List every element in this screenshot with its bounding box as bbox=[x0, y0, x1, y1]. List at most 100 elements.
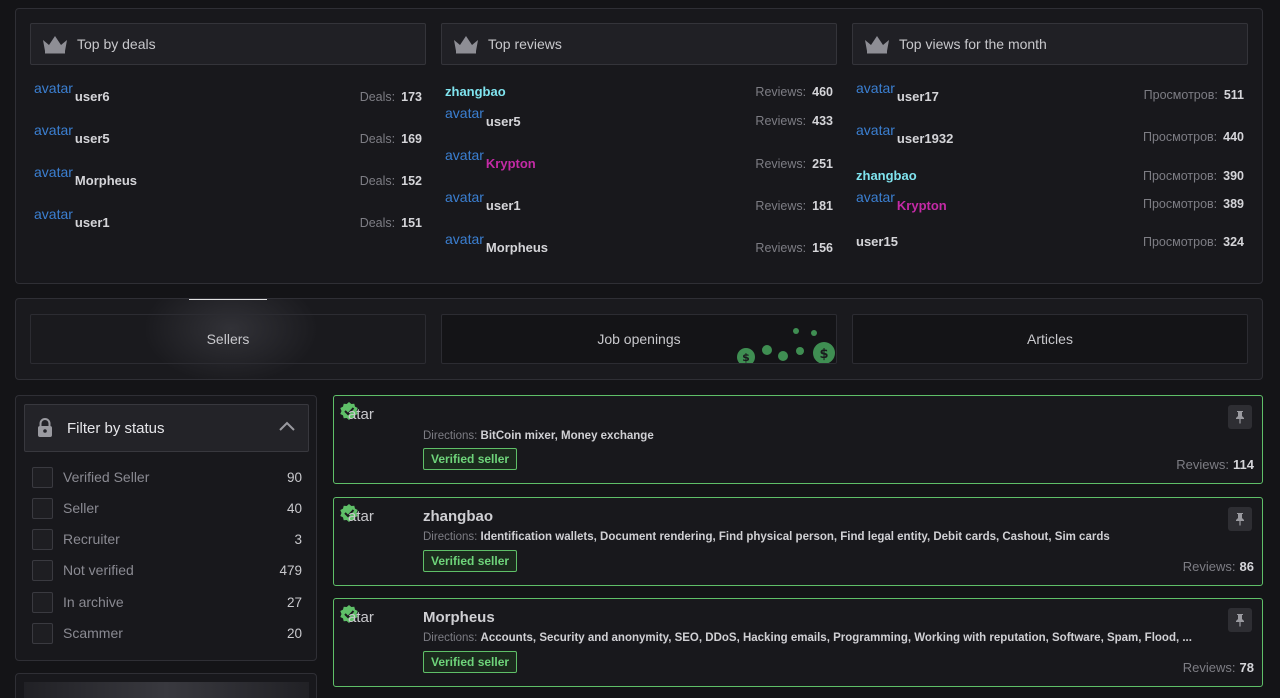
stat-label: Deals: bbox=[359, 216, 396, 230]
filter-item-label: Scammer bbox=[63, 625, 123, 641]
reviews-row[interactable]: avatar user5 Reviews: 433 bbox=[445, 105, 833, 129]
username-link[interactable]: user5 bbox=[486, 114, 521, 129]
username-link[interactable]: zhangbao bbox=[445, 84, 506, 99]
username-link[interactable]: user1 bbox=[486, 198, 521, 213]
views-row[interactable]: zhangbao Просмотров: 390 bbox=[856, 163, 1244, 183]
username-link[interactable]: Morpheus bbox=[75, 173, 137, 188]
sidebar-banner bbox=[15, 673, 317, 698]
pin-button[interactable] bbox=[1228, 405, 1252, 429]
tab-articles[interactable]: Articles bbox=[852, 314, 1248, 364]
top-views-header: Top views for the month bbox=[852, 23, 1248, 65]
avatar[interactable]: avatar bbox=[856, 122, 895, 138]
checkbox[interactable] bbox=[32, 622, 53, 644]
seller-card[interactable]: atar zhangbao Directions: Identification… bbox=[333, 497, 1263, 586]
reviews-count: 86 bbox=[1239, 559, 1254, 574]
checkbox[interactable] bbox=[32, 466, 53, 488]
stat-value: 511 bbox=[1223, 88, 1244, 102]
filter-by-status-header[interactable]: Filter by status bbox=[24, 404, 309, 452]
filter-item-seller[interactable]: Seller 40 bbox=[32, 497, 302, 519]
stat-value: 389 bbox=[1223, 197, 1244, 211]
avatar[interactable]: avatar bbox=[34, 80, 73, 96]
stat-value: 152 bbox=[401, 174, 422, 188]
avatar[interactable]: atar bbox=[348, 508, 374, 525]
seller-directions: Directions: Identification wallets, Docu… bbox=[423, 531, 1110, 543]
verified-seller-badge: Verified seller bbox=[423, 651, 518, 673]
stat-value: 390 bbox=[1223, 169, 1244, 183]
avatar[interactable]: avatar bbox=[445, 105, 484, 121]
username-link[interactable]: Krypton bbox=[897, 198, 947, 213]
top-by-deals-title: Top by deals bbox=[77, 36, 156, 52]
pin-icon bbox=[1236, 513, 1244, 526]
lock-icon bbox=[38, 418, 52, 437]
chevron-up-icon[interactable] bbox=[278, 420, 296, 432]
username-link[interactable]: user6 bbox=[75, 89, 110, 104]
username-link[interactable]: Morpheus bbox=[486, 240, 548, 255]
filter-item-label: Seller bbox=[63, 500, 99, 516]
username-link[interactable]: user1 bbox=[75, 215, 110, 230]
seller-name[interactable]: zhangbao bbox=[423, 508, 493, 525]
avatar[interactable]: avatar bbox=[445, 147, 484, 163]
filter-item-verified-seller[interactable]: Verified Seller 90 bbox=[32, 466, 302, 488]
tab-job-openings-label: Job openings bbox=[597, 331, 681, 347]
avatar[interactable]: avatar bbox=[34, 164, 73, 180]
seller-card[interactable]: atar Morpheus Directions: Accounts, Secu… bbox=[333, 598, 1263, 687]
filter-item-not-verified[interactable]: Not verified 479 bbox=[32, 559, 302, 581]
stat-value: 440 bbox=[1223, 130, 1244, 144]
filter-title: Filter by status bbox=[67, 419, 165, 437]
stat-value: 251 bbox=[812, 157, 833, 171]
filter-item-scammer[interactable]: Scammer 20 bbox=[32, 622, 302, 644]
checkbox[interactable] bbox=[32, 591, 53, 613]
avatar[interactable]: avatar bbox=[856, 80, 895, 96]
directions-value: Identification wallets, Document renderi… bbox=[480, 531, 1110, 543]
pin-button[interactable] bbox=[1228, 608, 1252, 632]
username-link[interactable]: user5 bbox=[75, 131, 110, 146]
views-row[interactable]: avatar Krypton Просмотров: 389 bbox=[856, 189, 1244, 213]
tab-sellers[interactable]: Sellers bbox=[30, 314, 426, 364]
username-link[interactable]: user1932 bbox=[897, 131, 953, 146]
crown-icon bbox=[865, 36, 889, 54]
avatar[interactable]: atar bbox=[348, 609, 374, 626]
stat-label: Просмотров: bbox=[1142, 169, 1218, 183]
avatar[interactable]: avatar bbox=[34, 122, 73, 138]
views-row[interactable]: avatar user1932 Просмотров: 440 bbox=[856, 122, 1244, 146]
deals-row[interactable]: avatar user6 Deals: 173 bbox=[34, 80, 422, 104]
checkbox[interactable] bbox=[32, 528, 53, 550]
avatar[interactable]: avatar bbox=[856, 189, 895, 205]
reviews-label: Reviews: bbox=[1182, 559, 1236, 574]
deals-row[interactable]: avatar Morpheus Deals: 152 bbox=[34, 164, 422, 188]
username-link[interactable]: user15 bbox=[856, 234, 898, 249]
seller-name[interactable]: Morpheus bbox=[423, 609, 495, 626]
avatar[interactable]: atar bbox=[348, 406, 374, 423]
verified-seller-badge: Verified seller bbox=[423, 550, 518, 572]
reviews-count: 114 bbox=[1233, 457, 1254, 472]
reviews-row[interactable]: zhangbao Reviews: 460 bbox=[445, 79, 833, 99]
username-link[interactable]: zhangbao bbox=[856, 168, 917, 183]
reviews-row[interactable]: avatar user1 Reviews: 181 bbox=[445, 189, 833, 213]
stat-label: Deals: bbox=[359, 132, 396, 146]
avatar[interactable]: avatar bbox=[445, 231, 484, 247]
filter-item-recruiter[interactable]: Recruiter 3 bbox=[32, 528, 302, 550]
username-link[interactable]: user17 bbox=[897, 89, 939, 104]
stat-label: Reviews: bbox=[755, 199, 807, 213]
seller-directions: Directions: BitCoin mixer, Money exchang… bbox=[423, 430, 654, 442]
seller-card[interactable]: atar Directions: BitCoin mixer, Money ex… bbox=[333, 395, 1263, 484]
filter-item-label: Recruiter bbox=[63, 531, 120, 547]
views-row[interactable]: avatar user17 Просмотров: 511 bbox=[856, 80, 1244, 104]
reviews-count: 78 bbox=[1239, 660, 1254, 675]
deals-row[interactable]: avatar user5 Deals: 169 bbox=[34, 122, 422, 146]
reviews-row[interactable]: avatar Morpheus Reviews: 156 bbox=[445, 231, 833, 255]
filter-item-in-archive[interactable]: In archive 27 bbox=[32, 591, 302, 613]
checkbox[interactable] bbox=[32, 497, 53, 519]
views-row[interactable]: user15 Просмотров: 324 bbox=[856, 229, 1244, 249]
avatar[interactable]: avatar bbox=[34, 206, 73, 222]
reviews-row[interactable]: avatar Krypton Reviews: 251 bbox=[445, 147, 833, 171]
seller-reviews: Reviews: 114 bbox=[1176, 457, 1254, 472]
active-tab-indicator bbox=[189, 299, 267, 300]
stat-label: Reviews: bbox=[755, 114, 807, 128]
pin-button[interactable] bbox=[1228, 507, 1252, 531]
username-link[interactable]: Krypton bbox=[486, 156, 536, 171]
tab-job-openings[interactable]: Job openings $ $ bbox=[441, 314, 837, 364]
deals-row[interactable]: avatar user1 Deals: 151 bbox=[34, 206, 422, 230]
checkbox[interactable] bbox=[32, 559, 53, 581]
avatar[interactable]: avatar bbox=[445, 189, 484, 205]
